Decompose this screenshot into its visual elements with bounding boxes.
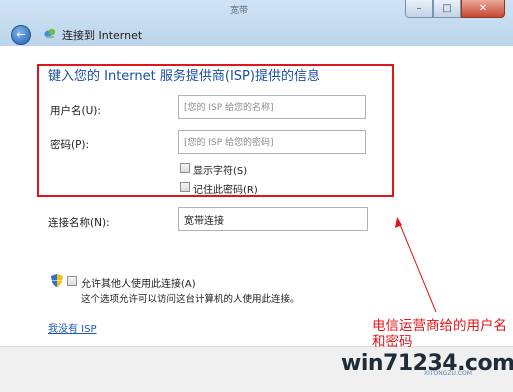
network-wizard-icon (44, 28, 56, 38)
uac-shield-icon (51, 274, 63, 287)
close-button[interactable]: ✕ (461, 0, 505, 18)
wizard-title: 连接到 Internet (62, 29, 143, 42)
maximize-button[interactable]: □ (433, 0, 461, 18)
username-input[interactable]: [您的 ISP 给您的名称] (178, 95, 366, 119)
annotation-text: 电信运营商给的用户名和密码 (372, 318, 507, 350)
allow-others-label: 允许其他人使用此连接(A) (81, 279, 196, 290)
window-title-ghost: 宽带 (230, 6, 249, 16)
remember-password-checkbox[interactable] (180, 182, 190, 192)
connection-name-input[interactable]: 宽带连接 (178, 207, 368, 231)
window-controls: – □ ✕ (405, 0, 505, 18)
connection-name-label: 连接名称(N): (48, 217, 110, 229)
watermark-url: XITONGZU.COM (424, 370, 472, 377)
show-characters-label: 显示字符(S) (193, 166, 248, 177)
password-label: 密码(P): (50, 139, 90, 151)
minimize-button[interactable]: – (405, 0, 433, 18)
password-input[interactable]: [您的 ISP 给您的密码] (178, 130, 366, 154)
show-characters-checkbox[interactable] (180, 163, 190, 173)
username-label: 用户名(U): (50, 105, 101, 117)
title-bar: 宽带 – □ ✕ ← 连接到 Internet (0, 0, 513, 46)
remember-password-label: 记住此密码(R) (193, 185, 258, 196)
allow-others-description: 这个选项允许可以访问这台计算机的人使用此连接。 (81, 294, 300, 305)
back-arrow-icon[interactable]: ← (11, 25, 31, 45)
page-heading: 键入您的 Internet 服务提供商(ISP)提供的信息 (48, 69, 320, 84)
site-watermark: win71234.com XITONGZU.COM (337, 348, 513, 388)
no-isp-link[interactable]: 我没有 ISP (48, 320, 97, 335)
allow-others-checkbox[interactable] (67, 276, 77, 286)
